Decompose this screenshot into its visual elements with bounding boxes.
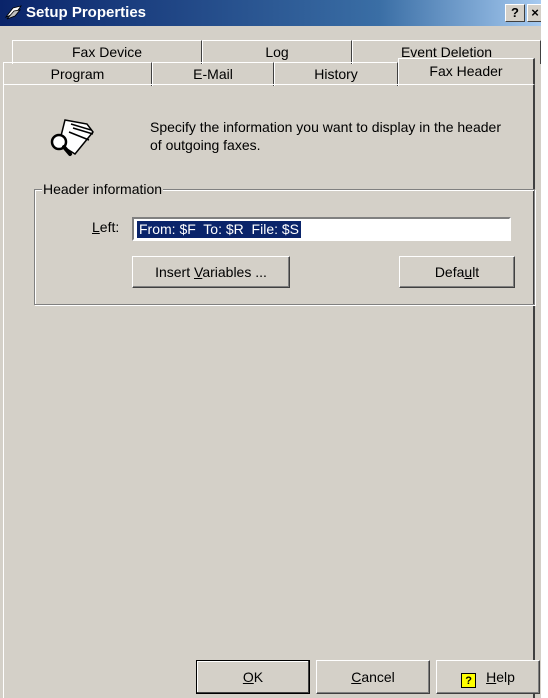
cancel-button[interactable]: Cancel — [316, 660, 430, 694]
window-title: Setup Properties — [26, 4, 147, 21]
tab-history[interactable]: History — [274, 62, 398, 86]
insert-variables-button[interactable]: Insert Variables ... — [132, 256, 290, 288]
tab-label: Log — [265, 44, 289, 60]
description-text: Specify the information you want to disp… — [150, 119, 501, 153]
tab-label: E-Mail — [193, 66, 233, 82]
tab-e-mail[interactable]: E-Mail — [152, 62, 274, 86]
close-button[interactable]: × — [527, 4, 541, 22]
tab-fax-header[interactable]: Fax Header — [398, 58, 535, 86]
help-button[interactable]: ? Help — [436, 660, 540, 694]
tab-label: Fax Header — [429, 63, 503, 79]
tab-program[interactable]: Program — [3, 62, 152, 86]
help-icon: ? — [461, 673, 477, 688]
context-help-button[interactable]: ? — [505, 4, 525, 22]
default-button[interactable]: Default — [399, 256, 515, 288]
group-legend: Header information — [42, 181, 164, 197]
setup-properties-dialog: Setup Properties ? × Fax Device Log Even… — [0, 0, 541, 698]
fax-app-icon — [4, 5, 22, 20]
left-header-input[interactable]: From: $F To: $R File: $S — [132, 217, 511, 241]
fax-header-page — [3, 84, 535, 698]
left-label: Left: — [92, 219, 120, 235]
tab-fax-device[interactable]: Fax Device — [12, 40, 202, 64]
tab-log[interactable]: Log — [202, 40, 352, 64]
left-header-value: From: $F To: $R File: $S — [137, 221, 302, 238]
ok-button[interactable]: OK — [196, 660, 310, 694]
title-bar[interactable]: Setup Properties ? × — [0, 0, 541, 26]
tab-label: Program — [50, 66, 105, 82]
fax-header-icon — [50, 119, 94, 156]
tab-label: History — [314, 66, 358, 82]
tab-label: Fax Device — [71, 44, 143, 60]
